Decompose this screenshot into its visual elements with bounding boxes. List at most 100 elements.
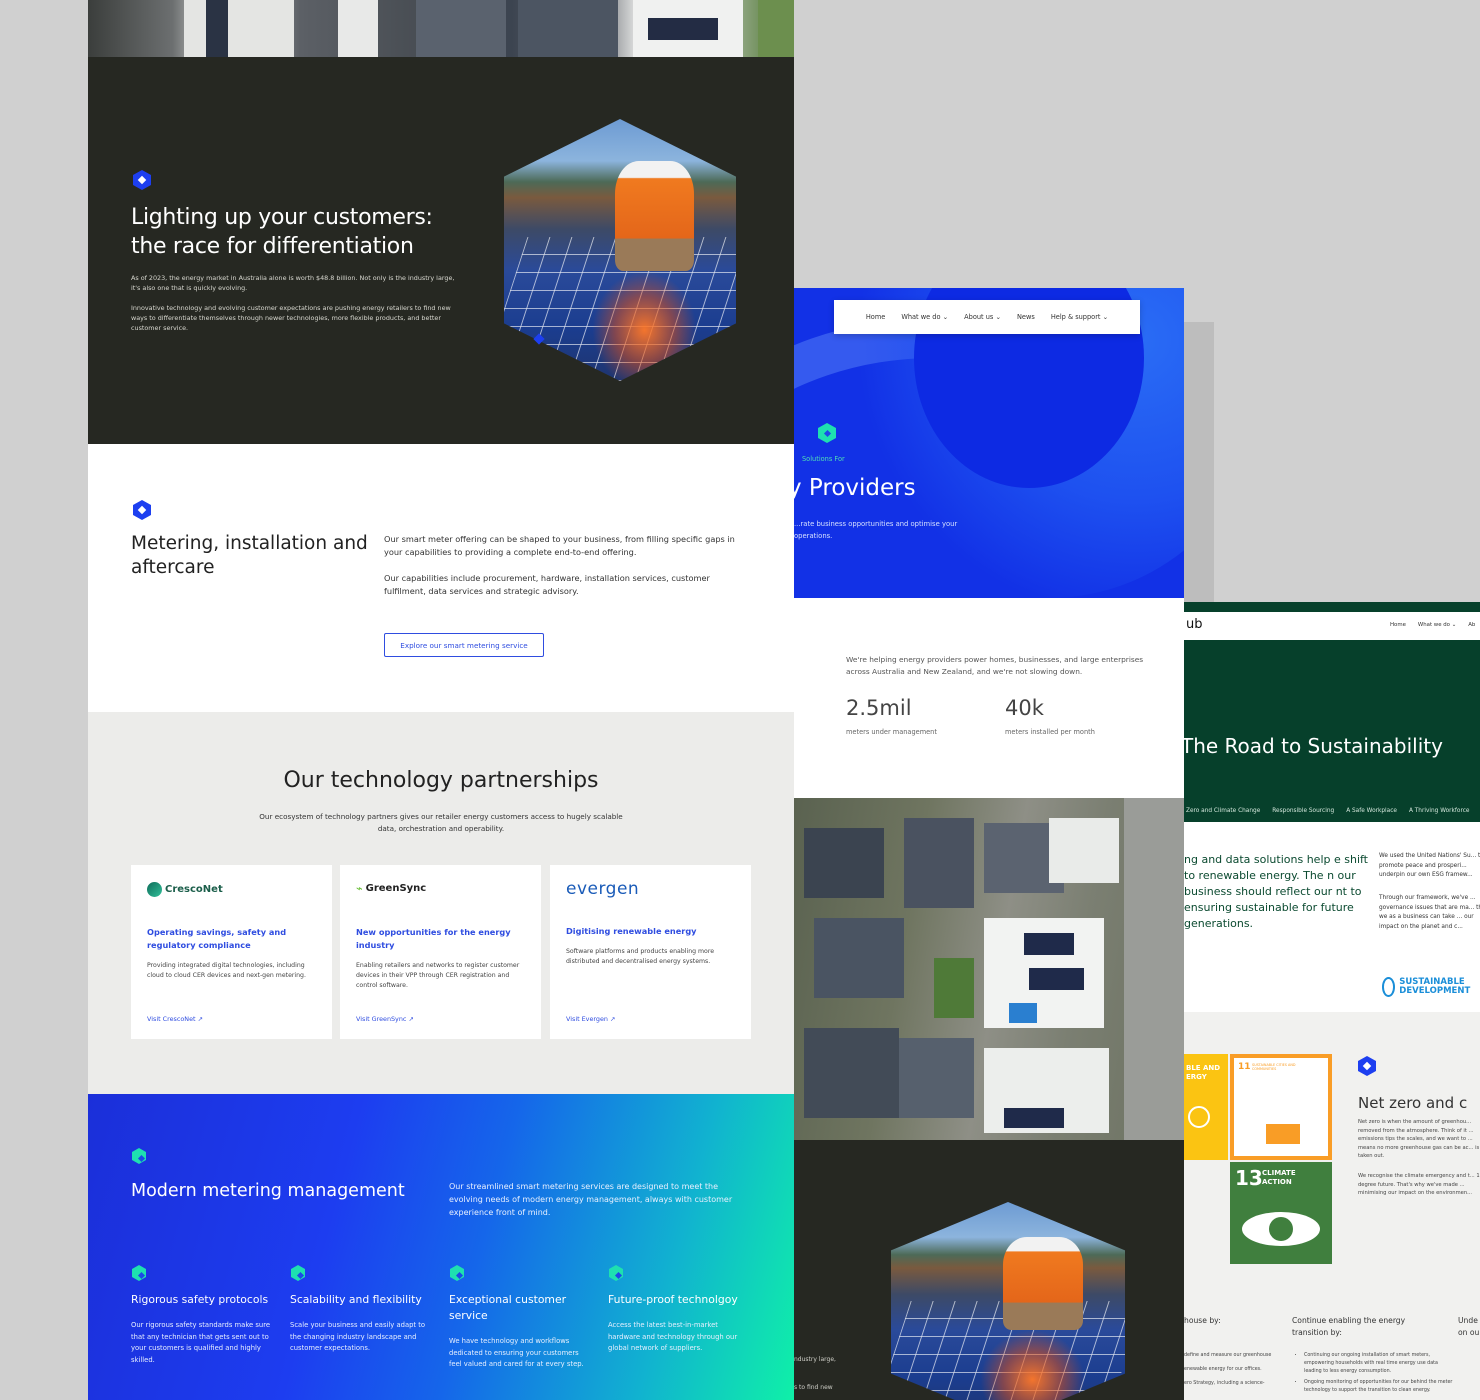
nav-item-news[interactable]: News xyxy=(1017,313,1035,321)
sdg13-tile: 13 CLIMATE ACTION xyxy=(1230,1162,1332,1264)
hexagon-badge-icon xyxy=(1358,1056,1376,1076)
intro-paragraph: We used the United Nations' Su... to pro… xyxy=(1379,853,1480,878)
sdg13-number: 13 xyxy=(1235,1166,1263,1190)
partner-card-body: Providing integrated digital technologie… xyxy=(147,962,306,979)
sdg11-label: SUSTAINABLE CITIES AND COMMUNITIES xyxy=(1252,1063,1296,1072)
tab-safe-workplace[interactable]: A Safe Workplace xyxy=(1346,808,1397,814)
visit-evergen-link[interactable]: Visit Evergen ↗ xyxy=(566,1015,615,1023)
sustainability-hero: The Road to Sustainability Zero and Clim… xyxy=(1184,640,1480,822)
nav-item-about[interactable]: Ab xyxy=(1468,622,1475,628)
top-navigation: ub Home What we do ⌄ Ab xyxy=(1184,612,1480,640)
feature-body: Our rigorous safety standards make sure … xyxy=(131,1321,271,1364)
feature-title: Scalability and flexibility xyxy=(290,1293,422,1306)
nav-item-what-we-do[interactable]: What we do ⌄ xyxy=(1418,622,1456,628)
metering-title: Metering, installation and aftercare xyxy=(131,533,368,578)
brand-logo[interactable]: ub xyxy=(1186,617,1203,632)
solar-installer-photo xyxy=(891,1202,1125,1400)
snippet-text: s to find new xyxy=(794,1384,833,1391)
pulse-icon: ⌁ xyxy=(356,882,363,895)
sustainability-page-preview: ub Home What we do ⌄ Ab The Road to Sust… xyxy=(1184,602,1480,1400)
partner-card-body: Enabling retailers and networks to regis… xyxy=(356,962,520,989)
greensync-logo: ⌁ GreenSync xyxy=(356,882,427,895)
partnerships-title: Our technology partnerships xyxy=(283,768,599,793)
list-item: Ongoing monitoring of opportunities for … xyxy=(1304,1379,1454,1395)
column-heading: Unde on ou xyxy=(1458,1316,1480,1337)
snippet-text: ndustry large, xyxy=(794,1356,836,1363)
intro-paragraph: Through our framework, we've ... governa… xyxy=(1379,895,1480,930)
feature-body: Scale your business and easily adapt to … xyxy=(290,1321,426,1352)
nav-item-about-us[interactable]: About us ⌄ xyxy=(964,313,1001,321)
partner-card-cresconet: CrescoNet Operating savings, safety and … xyxy=(131,865,332,1039)
partner-card-body: Software platforms and products enabling… xyxy=(566,948,715,965)
chevron-down-icon: ⌄ xyxy=(942,313,949,321)
hero-paragraph: As of 2023, the energy market in Austral… xyxy=(131,274,455,292)
cresconet-mark-icon xyxy=(147,882,162,897)
explore-smart-metering-button[interactable]: Explore our smart metering service xyxy=(384,633,544,657)
sdg7-tile: BLE AND ERGY xyxy=(1184,1054,1228,1160)
column-list: define and measure our greenhouse enewab… xyxy=(1184,1352,1294,1388)
net-zero-section: BLE AND ERGY 11 SUSTAINABLE CITIES AND C… xyxy=(1184,1012,1480,1400)
energy-retail-page: Lighting up your customers: the race for… xyxy=(88,0,794,1400)
chevron-down-icon: ⌄ xyxy=(1451,622,1457,628)
modern-metering-intro: Our streamlined smart metering services … xyxy=(449,1182,733,1217)
visit-cresconet-link[interactable]: Visit CrescoNet ↗ xyxy=(147,1015,203,1023)
arrow-up-right-icon: ↗ xyxy=(197,1015,203,1023)
chevron-down-icon: ⌄ xyxy=(1102,313,1109,321)
tab-thriving-workforce[interactable]: A Thriving Workforce xyxy=(1409,808,1470,814)
column-heading: Continue enabling the energy transition … xyxy=(1292,1316,1406,1337)
partnerships-section: Our technology partnerships Our ecosyste… xyxy=(88,712,794,1094)
evergen-logo: evergen xyxy=(566,879,640,899)
list-item: enewable energy for our offices. xyxy=(1184,1367,1262,1372)
hero-title: Lighting up your customers: the race for… xyxy=(131,205,433,259)
hero-section: Lighting up your customers: the race for… xyxy=(88,57,794,444)
un-sdg-logo: SUSTAINABLE DEVELOPMENT xyxy=(1382,977,1480,997)
nav-item-home[interactable]: Home xyxy=(1390,622,1406,628)
nav-item-home[interactable]: Home xyxy=(866,313,885,321)
hexagon-badge-icon xyxy=(132,1148,146,1164)
partnerships-subtitle: Our ecosystem of technology partners giv… xyxy=(259,812,623,833)
section-tabs: Zero and Climate Change Responsible Sour… xyxy=(1186,808,1469,814)
hexagon-badge-icon xyxy=(291,1265,305,1281)
column-heading: house by: xyxy=(1184,1316,1221,1325)
net-zero-title: Net zero and c xyxy=(1358,1094,1468,1112)
aerial-suburb-photo xyxy=(794,798,1184,1140)
cresconet-logo: CrescoNet xyxy=(147,882,223,897)
arrow-up-right-icon: ↗ xyxy=(610,1015,616,1023)
nav-item-help-support[interactable]: Help & support ⌄ xyxy=(1051,313,1108,321)
globe-icon xyxy=(1382,977,1396,997)
hero-title: The Road to Sustainability xyxy=(1184,734,1443,758)
intro-statement: ng and data solutions help e shift to re… xyxy=(1184,853,1368,930)
modern-metering-title: Modern metering management xyxy=(131,1181,405,1201)
sdg11-tile: 11 SUSTAINABLE CITIES AND COMMUNITIES xyxy=(1230,1054,1332,1160)
metering-paragraph: Our capabilities include procurement, ha… xyxy=(384,573,710,596)
hexagon-badge-icon xyxy=(132,1265,146,1281)
hexagon-badge-icon xyxy=(133,500,151,520)
city-icon xyxy=(1266,1124,1300,1144)
tab-zero-climate[interactable]: Zero and Climate Change xyxy=(1186,808,1260,814)
chevron-down-icon: ⌄ xyxy=(995,313,1001,321)
partner-card-heading: New opportunities for the energy industr… xyxy=(356,927,511,950)
stat-label: meters under management xyxy=(846,728,937,736)
stat-label: meters installed per month xyxy=(1005,728,1095,736)
net-zero-paragraph: Net zero is when the amount of greenhou.… xyxy=(1358,1119,1480,1159)
column-list: Continuing our ongoing installation of s… xyxy=(1294,1352,1454,1395)
providers-page-preview: Home What we do ⌄ About us ⌄ News Help &… xyxy=(794,288,1184,1400)
feature-title: Future-proof technolgoy xyxy=(608,1293,738,1306)
visit-greensync-link[interactable]: Visit GreenSync ↗ xyxy=(356,1015,414,1023)
hero-paragraph: Innovative technology and evolving custo… xyxy=(131,304,451,332)
eye-globe-icon xyxy=(1242,1212,1320,1246)
stat-meters-installed: 40k meters installed per month xyxy=(1005,696,1095,736)
hexagon-badge-icon xyxy=(609,1265,623,1281)
top-navigation: Home What we do ⌄ About us ⌄ News Help &… xyxy=(834,300,1140,334)
un-logo-text: SUSTAINABLE DEVELOPMENT xyxy=(1399,977,1471,996)
stat-value: 2.5mil xyxy=(846,696,912,720)
top-bar xyxy=(1184,602,1480,612)
list-item: Continuing our ongoing installation of s… xyxy=(1304,1352,1454,1376)
tab-responsible-sourcing[interactable]: Responsible Sourcing xyxy=(1272,808,1334,814)
hero-tag: Solutions For xyxy=(802,455,845,463)
metering-section: Metering, installation and aftercare Our… xyxy=(88,444,794,712)
nav-item-what-we-do[interactable]: What we do ⌄ xyxy=(901,313,948,321)
sdg13-label: CLIMATE ACTION xyxy=(1262,1169,1296,1186)
net-zero-paragraph: We recognise the climate emergency and t… xyxy=(1358,1173,1480,1196)
dark-section-preview: ndustry large, s to find new xyxy=(794,1140,1184,1400)
